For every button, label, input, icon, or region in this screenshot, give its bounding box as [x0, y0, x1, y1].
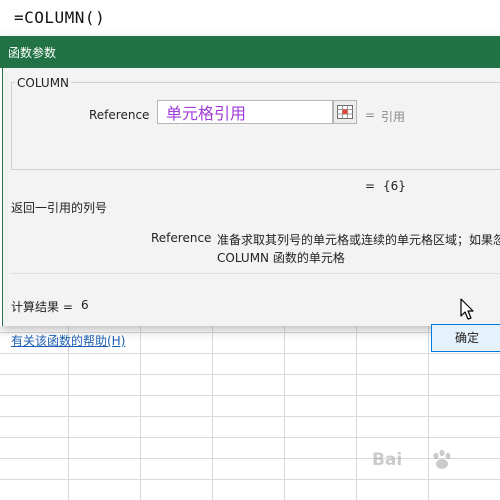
function-arguments-dialog: 函数参数 COLUMN Reference = 引用 = {6} 返回一引用的列… [0, 36, 500, 352]
formula-text[interactable]: =COLUMN() [14, 8, 105, 27]
dialog-body: COLUMN Reference = 引用 = {6} 返回一引用的列号 Ref… [2, 68, 500, 352]
formula-bar[interactable]: =COLUMN() [0, 0, 500, 37]
dialog-title: 函数参数 [8, 46, 57, 60]
result-preview-equals-sign: = [365, 179, 376, 193]
separator [11, 273, 500, 274]
range-select-icon [337, 105, 353, 119]
argument-description-line-1: 准备求取其列号的单元格或连续的单元格区域；如果忽 [217, 233, 500, 247]
watermark-paw-icon [433, 449, 451, 469]
watermark-text: Bai [372, 450, 403, 470]
mouse-pointer-icon [460, 298, 474, 320]
argument-description: 准备求取其列号的单元格或连续的单元格区域；如果忽 COLUMN 函数的单元格 [217, 231, 500, 267]
function-description: 返回一引用的列号 [11, 201, 108, 215]
argument-description-name: Reference [151, 231, 212, 245]
argument-hint: 引用 [381, 110, 406, 124]
reference-label: Reference [89, 108, 150, 122]
help-link[interactable]: 有关该函数的帮助(H) [11, 332, 125, 349]
result-preview: {6} [383, 179, 406, 193]
calc-result-value: 6 [81, 298, 89, 312]
ok-button[interactable]: 确定 [431, 324, 500, 352]
reference-input[interactable] [157, 100, 333, 124]
argument-description-line-2: COLUMN 函数的单元格 [217, 251, 345, 265]
calc-result-label: 计算结果 = [11, 300, 73, 314]
dialog-titlebar[interactable]: 函数参数 [0, 36, 500, 68]
argument-equals-sign: = [365, 108, 376, 122]
argument-groupbox [11, 82, 500, 170]
function-name-label: COLUMN [15, 76, 72, 90]
range-select-button[interactable] [333, 100, 357, 124]
